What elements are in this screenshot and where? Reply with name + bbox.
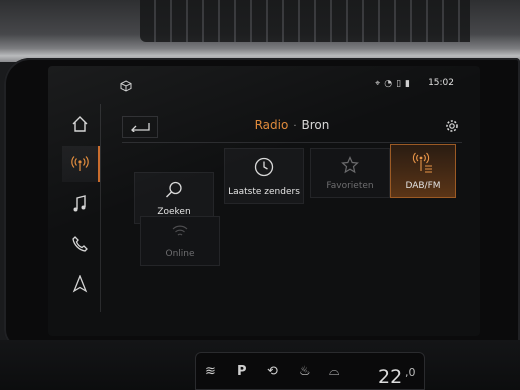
windshield-defrost-icon[interactable]: ⌓ (329, 364, 339, 379)
sidebar-item-navigation[interactable] (62, 266, 98, 302)
status-icons: ⌖ ◔ ▯ ▮ (375, 79, 410, 89)
header-divider (122, 142, 462, 143)
signal-icon: ▮ (405, 79, 410, 89)
tile-dab-fm[interactable]: DAB/FM (390, 144, 456, 198)
fan-icon[interactable]: ≋ (205, 364, 216, 379)
search-icon (166, 181, 182, 198)
recirculation-icon[interactable]: ⟲ (267, 364, 278, 379)
tile-dab-label: DAB/FM (405, 181, 441, 191)
tile-dab-icon-wrap (391, 152, 455, 174)
clock: 15:02 (428, 78, 454, 88)
radio-icon (71, 156, 89, 171)
recent-clock-icon (254, 157, 274, 177)
sidebar-item-phone[interactable] (62, 226, 98, 262)
home-icon (72, 116, 88, 132)
infotainment-screen: ⌖ ◔ ▯ ▮ 15:02 Radio · Bron Zoeken Laatst… (48, 66, 480, 336)
dab-fm-antenna-icon (412, 152, 432, 173)
phone-status-icon: ▯ (396, 79, 402, 89)
tile-online[interactable]: Online (140, 216, 220, 266)
tile-favorites[interactable]: Favorieten (310, 148, 390, 198)
sidebar-item-media[interactable] (62, 186, 98, 222)
parking-icon[interactable]: P (237, 364, 247, 379)
page-title: Radio · Bron (122, 118, 462, 132)
music-note-icon (73, 195, 86, 212)
gear-icon (446, 120, 458, 132)
title-secondary: Bron (301, 118, 330, 132)
tile-online-label: Online (165, 249, 195, 259)
tile-recent-stations[interactable]: Laatste zenders (224, 148, 304, 204)
star-icon (341, 156, 359, 174)
header: Radio · Bron (122, 112, 462, 140)
tile-recent-icon-wrap (225, 156, 303, 178)
air-vent (140, 0, 470, 42)
tile-favorites-icon-wrap (311, 156, 389, 174)
tile-favorites-label: Favorieten (326, 181, 374, 191)
tile-online-icon-wrap (141, 224, 219, 238)
rear-defrost-icon[interactable]: ♨ (299, 364, 311, 379)
tile-recent-label: Laatste zenders (228, 187, 300, 197)
settings-button[interactable] (442, 116, 462, 136)
dashboard-top-trim (0, 0, 520, 62)
wifi-icon (172, 225, 188, 236)
title-separator: · (293, 121, 297, 132)
sidebar-item-radio[interactable] (62, 146, 100, 182)
climate-temperature: 22 (378, 366, 403, 388)
sidebar-item-home[interactable] (62, 106, 98, 142)
title-primary: Radio (254, 118, 289, 132)
wifi-status-icon: ◔ (384, 79, 393, 89)
status-bar: ⌖ ◔ ▯ ▮ 15:02 (108, 76, 468, 94)
navigation-arrow-icon (72, 275, 88, 293)
phone-icon (72, 236, 88, 252)
tile-search-icon-wrap (135, 180, 213, 200)
cube-icon (120, 77, 132, 96)
climate-temperature-decimal: ,0 (405, 366, 416, 379)
sidebar (62, 104, 101, 312)
location-icon: ⌖ (375, 79, 381, 89)
